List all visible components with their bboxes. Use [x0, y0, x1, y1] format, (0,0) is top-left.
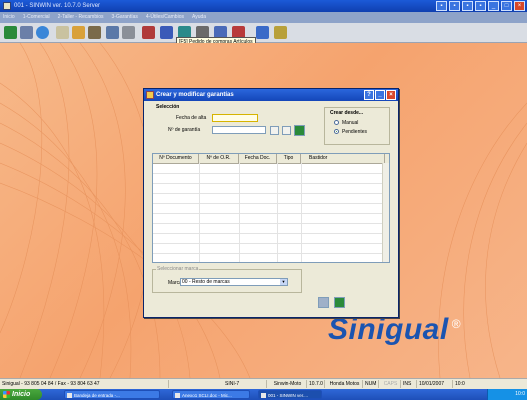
app-window-controls: ▪ ▪ ▪ ▪ _ □ ×: [436, 1, 525, 11]
users-icon[interactable]: [4, 26, 17, 39]
menu-comercial[interactable]: 1-Comercial: [23, 12, 50, 23]
dialog-close-button[interactable]: ×: [386, 90, 396, 100]
gift-icon[interactable]: [72, 26, 85, 39]
task-sinwin[interactable]: 001 - SINWIN ver....: [258, 390, 322, 399]
accept-icon[interactable]: [294, 125, 305, 136]
taskbar: Inicio Bandeja de entrada -... Anexo1 SC…: [0, 389, 527, 400]
col-num-documento[interactable]: Nº Documento: [153, 154, 199, 163]
status-contact: Sinigual - 93 805 04 84 / Fax - 93 804 6…: [2, 381, 100, 387]
app-sys1-button[interactable]: ▪: [436, 1, 447, 11]
brand-logo: Sinigual ®: [328, 313, 461, 347]
num-garantia-label: Nº de garantía: [168, 127, 201, 133]
tray-clock[interactable]: 10:0: [515, 391, 525, 397]
chart-icon[interactable]: [256, 26, 269, 39]
start-button[interactable]: Inicio: [0, 389, 42, 400]
outlook-icon: [67, 393, 72, 398]
edit-icon[interactable]: [274, 26, 287, 39]
dialog-icon: [146, 91, 154, 99]
crear-desde-label: Crear desde...: [330, 110, 364, 116]
menubar: Inicio 1-Comercial 2-Taller - Recambios …: [0, 12, 527, 23]
menu-taller[interactable]: 2-Taller - Recambios: [58, 12, 104, 23]
add-button[interactable]: [282, 126, 291, 135]
radio-pendientes[interactable]: [334, 129, 339, 134]
app-title: 001 - SINWIN ver. 10.7.0 Server: [14, 3, 101, 9]
chevron-down-icon[interactable]: ▼: [280, 279, 287, 285]
notes-icon[interactable]: [56, 26, 69, 39]
search-button[interactable]: [270, 126, 279, 135]
start-label: Inicio: [12, 391, 31, 398]
close-button[interactable]: ×: [514, 1, 525, 11]
windows-logo-icon: [3, 391, 10, 398]
app-sys3-button[interactable]: ▪: [462, 1, 473, 11]
num-garantia-field[interactable]: [212, 126, 266, 134]
marca-select[interactable]: 00 - Resto de marcas ▼: [180, 278, 288, 286]
garantias-table[interactable]: Nº Documento Nº de O.R. Fecha Doc. Tipo …: [152, 153, 390, 263]
garantias-dialog: Crear y modificar garantías ? _ × Selecc…: [143, 88, 399, 318]
status-version: 10.7.0: [306, 380, 324, 388]
dialog-controls: ? _ ×: [364, 90, 396, 100]
save-button[interactable]: [334, 297, 345, 308]
word-icon: [175, 393, 180, 398]
seleccion-label: Selección: [156, 104, 180, 110]
statusbar: Sinigual - 93 805 04 84 / Fax - 93 804 6…: [0, 378, 527, 389]
task-word[interactable]: Anexo1 SCLI.doc - Mic...: [172, 390, 250, 399]
menu-utiles[interactable]: 4-Útiles/Cambios: [146, 12, 184, 23]
task-outlook[interactable]: Bandeja de entrada -...: [64, 390, 160, 399]
marca-value: 00 - Resto de marcas: [182, 279, 230, 285]
col-fecha-doc[interactable]: Fecha Doc.: [239, 154, 277, 163]
menu-garantias[interactable]: 3-Garantías: [112, 12, 138, 23]
menu-ayuda[interactable]: Ayuda: [192, 12, 206, 23]
seleccion-marca-label: Seleccionar marca: [156, 266, 200, 272]
status-time: 10:0: [452, 380, 527, 388]
task-word-label: Anexo1 SCLI.doc - Mic...: [182, 393, 232, 398]
tools-icon[interactable]: [122, 26, 135, 39]
col-tipo[interactable]: Tipo: [277, 154, 301, 163]
status-num: NUM: [362, 380, 378, 388]
task-outlook-label: Bandeja de entrada -...: [74, 393, 120, 398]
maximize-button[interactable]: □: [501, 1, 512, 11]
toolbar: [0, 23, 527, 43]
dialog-minimize-button[interactable]: _: [375, 90, 385, 100]
invoice-icon[interactable]: [142, 26, 155, 39]
status-date: 10/01/2007: [416, 380, 452, 388]
system-tray: 10:0: [487, 389, 527, 400]
scan-icon[interactable]: [106, 26, 119, 39]
status-machine: SINI-7: [168, 380, 266, 388]
status-server: Sinwin-Moto: [266, 380, 306, 388]
dialog-titlebar: Crear y modificar garantías ? _ ×: [144, 89, 398, 101]
status-dealer: Honda Motos: [324, 380, 362, 388]
minimize-button[interactable]: _: [488, 1, 499, 11]
sinwin-icon: [261, 393, 266, 398]
task-sinwin-label: 001 - SINWIN ver....: [268, 393, 309, 398]
stats-icon[interactable]: [160, 26, 173, 39]
app-sys2-button[interactable]: ▪: [449, 1, 460, 11]
brand-mark: ®: [451, 317, 462, 331]
refresh-icon[interactable]: [36, 26, 49, 39]
radio-pendientes-label: Pendientes: [342, 129, 368, 135]
fecha-alta-field[interactable]: [212, 114, 258, 122]
dialog-title: Crear y modificar garantías: [156, 92, 234, 98]
app-icon[interactable]: [3, 2, 11, 10]
app-sys4-button[interactable]: ▪: [475, 1, 486, 11]
col-num-or[interactable]: Nº de O.R.: [199, 154, 239, 163]
radio-manual[interactable]: [334, 120, 339, 125]
status-caps: CAPS: [378, 380, 400, 388]
parts-icon[interactable]: [88, 26, 101, 39]
table-scrollbar[interactable]: [382, 163, 389, 262]
status-ins: INS: [400, 380, 416, 388]
table-header: Nº Documento Nº de O.R. Fecha Doc. Tipo …: [153, 154, 389, 164]
print-icon[interactable]: [20, 26, 33, 39]
dialog-help-button[interactable]: ?: [364, 90, 374, 100]
col-bastidor[interactable]: Bastidor: [301, 154, 385, 163]
fecha-alta-label: Fecha de alta: [176, 115, 207, 121]
radio-manual-label: Manual: [342, 120, 359, 126]
edit-button[interactable]: [318, 297, 329, 308]
menu-inicio[interactable]: Inicio: [3, 12, 15, 23]
app-titlebar: 001 - SINWIN ver. 10.7.0 Server ▪ ▪ ▪ ▪ …: [0, 0, 527, 12]
